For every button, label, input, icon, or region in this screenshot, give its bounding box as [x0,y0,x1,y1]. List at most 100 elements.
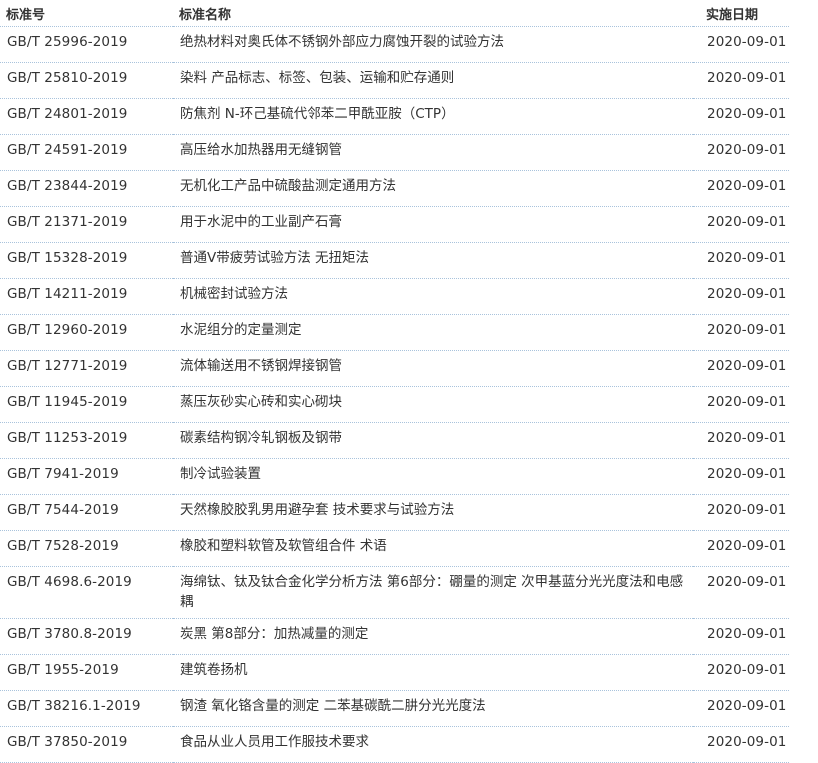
table-row[interactable]: GB/T 11253-2019 碳素结构钢冷轧钢板及钢带 2020-09-01 [0,422,789,459]
standard-code: GB/T 7528-2019 [7,538,119,554]
standard-name-link-cell[interactable]: 染料 产品标志、标签、包装、运输和贮存通则 [173,62,693,99]
standard-name-link-cell[interactable]: 机械密封试验方法 [173,278,693,315]
standard-name-link[interactable]: 无机化工产品中硫酸盐测定通用方法 [180,171,693,196]
standard-name-link[interactable]: 水泥组分的定量测定 [180,315,693,340]
standard-name-link[interactable]: 海绵钛、钛及钛合金化学分析方法 第6部分：硼量的测定 次甲基蓝分光光度法和电感耦 [180,567,693,612]
effective-date: 2020-09-01 [707,430,787,446]
header-standard-name: 标准名称 [173,0,693,27]
standard-name-link-cell[interactable]: 水泥组分的定量测定 [173,314,693,351]
standard-name-link[interactable]: 绝热材料对奥氏体不锈钢外部应力腐蚀开裂的试验方法 [180,27,693,52]
standard-name-link[interactable]: 炭黑 第8部分：加热减量的测定 [180,619,693,644]
effective-date: 2020-09-01 [707,34,787,50]
standard-code: GB/T 24801-2019 [7,106,128,122]
standard-code: GB/T 25810-2019 [7,70,128,86]
table-row[interactable]: GB/T 11945-2019 蒸压灰砂实心砖和实心砌块 2020-09-01 [0,386,789,423]
table-row[interactable]: GB/T 25810-2019 染料 产品标志、标签、包装、运输和贮存通则 2020… [0,62,789,99]
standard-code: GB/T 21371-2019 [7,214,128,230]
effective-date-cell: 2020-09-01 [693,726,789,763]
standard-name-link[interactable]: 制冷试验装置 [180,459,693,484]
effective-date-cell: 2020-09-01 [693,654,789,691]
standard-name-link[interactable]: 普通V带疲劳试验方法 无扭矩法 [180,243,693,268]
table-row[interactable]: GB/T 14211-2019 机械密封试验方法 2020-09-01 [0,278,789,315]
standard-name-link-cell[interactable]: 炭黑 第8部分：加热减量的测定 [173,618,693,655]
standard-code-cell: GB/T 15328-2019 [0,242,173,279]
standard-name-link-cell[interactable]: 碳素结构钢冷轧钢板及钢带 [173,422,693,459]
table-row[interactable]: GB/T 38216.1-2019 钢渣 氧化铬含量的测定 二苯基碳酰二肼分光光度… [0,690,789,727]
table-row[interactable]: GB/T 15328-2019 普通V带疲劳试验方法 无扭矩法 2020-09-01 [0,242,789,279]
standard-name-link-cell[interactable]: 海绵钛、钛及钛合金化学分析方法 第6部分：硼量的测定 次甲基蓝分光光度法和电感耦 [173,566,693,619]
table-header: 标准号 标准名称 实施日期 [0,0,789,27]
effective-date-cell: 2020-09-01 [693,386,789,423]
effective-date: 2020-09-01 [707,358,787,374]
standard-name-link[interactable]: 染料 产品标志、标签、包装、运输和贮存通则 [180,63,693,88]
standard-code: GB/T 7941-2019 [7,466,119,482]
header-effective-date: 实施日期 [693,0,789,27]
standard-name-link[interactable]: 建筑卷扬机 [180,655,693,680]
standard-name-link-cell[interactable]: 橡胶和塑料软管及软管组合件 术语 [173,530,693,567]
table-row[interactable]: GB/T 25996-2019 绝热材料对奥氏体不锈钢外部应力腐蚀开裂的试验方法 2… [0,26,789,63]
table-row[interactable]: GB/T 3780.8-2019 炭黑 第8部分：加热减量的测定 2020-09-0… [0,618,789,655]
standard-code: GB/T 7544-2019 [7,502,119,518]
table-row[interactable]: GB/T 7528-2019 橡胶和塑料软管及软管组合件 术语 2020-09-01 [0,530,789,567]
table-row[interactable]: GB/T 23844-2019 无机化工产品中硫酸盐测定通用方法 2020-09-0… [0,170,789,207]
standard-name-link-cell[interactable]: 高压给水加热器用无缝钢管 [173,134,693,171]
standard-name-link[interactable]: 食品从业人员用工作服技术要求 [180,727,693,752]
effective-date-cell: 2020-09-01 [693,494,789,531]
effective-date: 2020-09-01 [707,250,787,266]
table-row[interactable]: GB/T 12960-2019 水泥组分的定量测定 2020-09-01 [0,314,789,351]
standard-name-link[interactable]: 用于水泥中的工业副产石膏 [180,207,693,232]
standard-name-link-cell[interactable]: 普通V带疲劳试验方法 无扭矩法 [173,242,693,279]
standard-code-cell: GB/T 24801-2019 [0,98,173,135]
standard-name-link[interactable]: 高压给水加热器用无缝钢管 [180,135,693,160]
standard-code-cell: GB/T 14211-2019 [0,278,173,315]
effective-date-cell: 2020-09-01 [693,690,789,727]
table-row[interactable]: GB/T 24591-2019 高压给水加热器用无缝钢管 2020-09-01 [0,134,789,171]
effective-date-cell: 2020-09-01 [693,170,789,207]
table-row[interactable]: GB/T 7941-2019 制冷试验装置 2020-09-01 [0,458,789,495]
effective-date-cell: 2020-09-01 [693,26,789,63]
standard-code-cell: GB/T 38216.1-2019 [0,690,173,727]
standard-code: GB/T 25996-2019 [7,34,128,50]
standard-name-link[interactable]: 防焦剂 N-环己基硫代邻苯二甲酰亚胺（CTP） [180,99,693,124]
standard-name-link[interactable]: 钢渣 氧化铬含量的测定 二苯基碳酰二肼分光光度法 [180,691,693,716]
table-row[interactable]: GB/T 7544-2019 天然橡胶胶乳男用避孕套 技术要求与试验方法 2020-… [0,494,789,531]
standard-code-cell: GB/T 7528-2019 [0,530,173,567]
effective-date-cell: 2020-09-01 [693,278,789,315]
effective-date: 2020-09-01 [707,70,787,86]
standard-code-cell: GB/T 11253-2019 [0,422,173,459]
standard-name-link-cell[interactable]: 食品从业人员用工作服技术要求 [173,726,693,763]
standard-name-link[interactable]: 机械密封试验方法 [180,279,693,304]
standard-code-cell: GB/T 1955-2019 [0,654,173,691]
standard-name-link-cell[interactable]: 无机化工产品中硫酸盐测定通用方法 [173,170,693,207]
standard-name-link-cell[interactable]: 制冷试验装置 [173,458,693,495]
standard-name-link[interactable]: 天然橡胶胶乳男用避孕套 技术要求与试验方法 [180,495,693,520]
effective-date-cell: 2020-09-01 [693,314,789,351]
table-row[interactable]: GB/T 37850-2019 食品从业人员用工作服技术要求 2020-09-01 [0,726,789,763]
standard-name-link-cell[interactable]: 绝热材料对奥氏体不锈钢外部应力腐蚀开裂的试验方法 [173,26,693,63]
table-row[interactable]: GB/T 24801-2019 防焦剂 N-环己基硫代邻苯二甲酰亚胺（CTP） 20… [0,98,789,135]
standard-code: GB/T 14211-2019 [7,286,128,302]
standard-name-link-cell[interactable]: 钢渣 氧化铬含量的测定 二苯基碳酰二肼分光光度法 [173,690,693,727]
standard-name-link-cell[interactable]: 天然橡胶胶乳男用避孕套 技术要求与试验方法 [173,494,693,531]
table-row[interactable]: GB/T 21371-2019 用于水泥中的工业副产石膏 2020-09-01 [0,206,789,243]
effective-date-cell: 2020-09-01 [693,458,789,495]
standard-name-link[interactable]: 蒸压灰砂实心砖和实心砌块 [180,387,693,412]
standard-name-link-cell[interactable]: 蒸压灰砂实心砖和实心砌块 [173,386,693,423]
standard-name-link[interactable]: 橡胶和塑料软管及软管组合件 术语 [180,531,693,556]
standard-code-cell: GB/T 23844-2019 [0,170,173,207]
standard-name-link[interactable]: 流体输送用不锈钢焊接钢管 [180,351,693,376]
standard-name-link-cell[interactable]: 防焦剂 N-环己基硫代邻苯二甲酰亚胺（CTP） [173,98,693,135]
standard-name-link-cell[interactable]: 用于水泥中的工业副产石膏 [173,206,693,243]
standard-code: GB/T 24591-2019 [7,142,128,158]
table-row[interactable]: GB/T 12771-2019 流体输送用不锈钢焊接钢管 2020-09-01 [0,350,789,387]
table-row[interactable]: GB/T 1955-2019 建筑卷扬机 2020-09-01 [0,654,789,691]
standard-code: GB/T 23844-2019 [7,178,128,194]
standard-name-link-cell[interactable]: 流体输送用不锈钢焊接钢管 [173,350,693,387]
standard-name-link-cell[interactable]: 建筑卷扬机 [173,654,693,691]
header-row: 标准号 标准名称 实施日期 [0,0,789,27]
effective-date: 2020-09-01 [707,574,787,590]
standard-name-link[interactable]: 碳素结构钢冷轧钢板及钢带 [180,423,693,448]
effective-date-cell: 2020-09-01 [693,134,789,171]
table-row[interactable]: GB/T 4698.6-2019 海绵钛、钛及钛合金化学分析方法 第6部分：硼量的… [0,566,789,619]
effective-date: 2020-09-01 [707,538,787,554]
